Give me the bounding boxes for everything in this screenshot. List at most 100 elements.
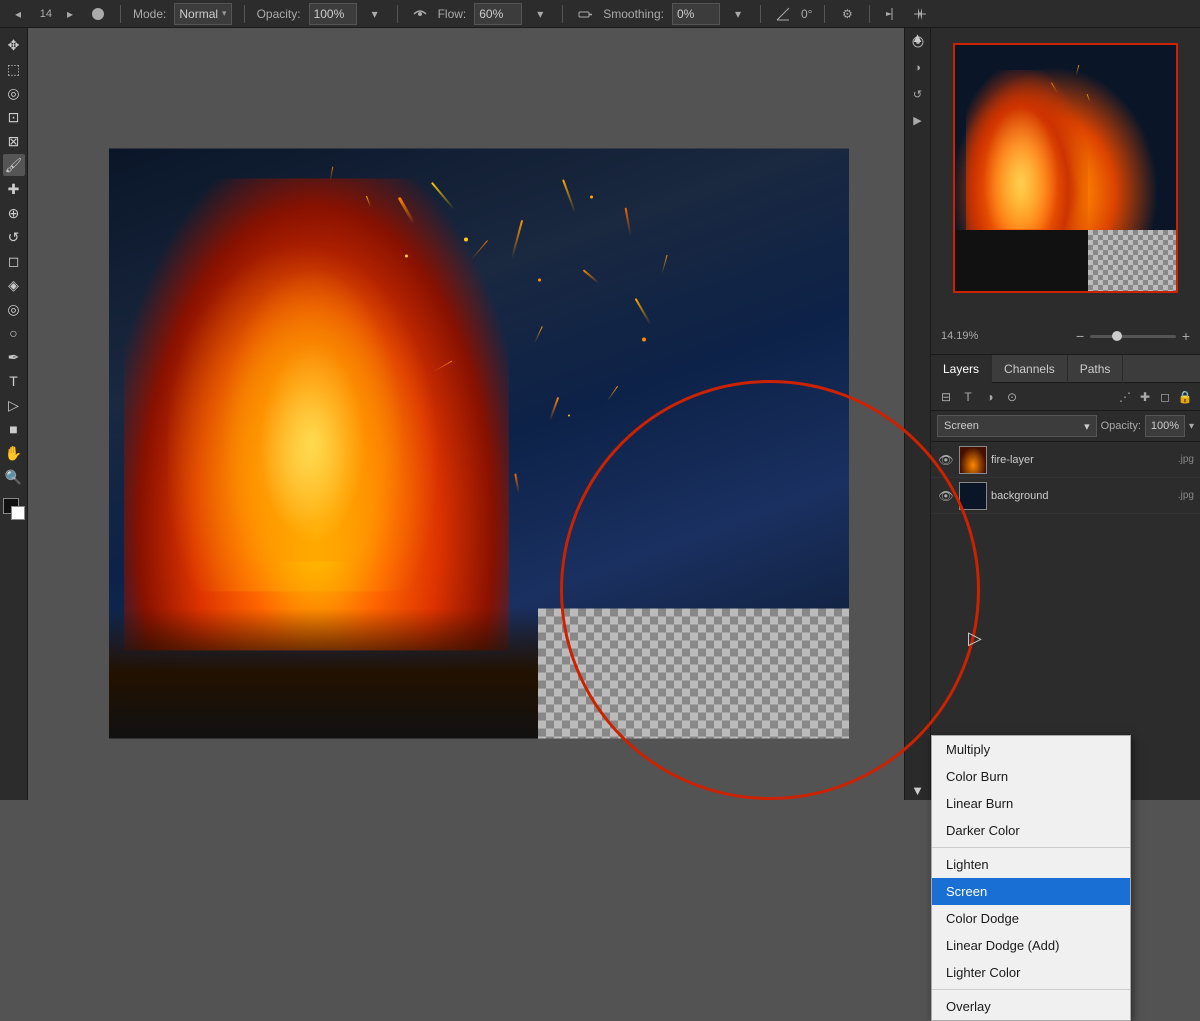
heal-tool[interactable]: ✚ (3, 178, 25, 200)
layers-panel: Layers Channels Paths ⊟ T ◑ ⊙ ⋰ ✚ ◻ 🔒 (931, 355, 1200, 514)
zoom-min-icon[interactable]: − (1076, 328, 1084, 344)
symmetry-icon[interactable] (882, 4, 902, 24)
lock-icons: ⋰ ✚ ◻ 🔒 (1116, 388, 1194, 406)
shape-tool[interactable]: ■ (3, 418, 25, 440)
lock-all-icon[interactable]: 🔒 (1176, 388, 1194, 406)
blend-option-lighter-color[interactable]: Lighter Color (932, 959, 1130, 986)
symmetry2-icon[interactable] (910, 4, 930, 24)
navigator-zoom-bar: 14.19% − + (931, 328, 1200, 344)
canvas-area[interactable] (28, 28, 930, 800)
blend-option-overlay[interactable]: Overlay (932, 993, 1130, 1020)
history-brush-tool[interactable]: ↺ (3, 226, 25, 248)
toolbar-separator-6 (824, 5, 825, 23)
opacity-value[interactable]: 100% (1145, 415, 1185, 437)
nav-checker (1088, 230, 1176, 292)
brush-size-increment[interactable]: ▸ (60, 4, 80, 24)
main-canvas[interactable] (109, 149, 849, 739)
mode-dropdown[interactable]: Normal ▾ (174, 3, 231, 25)
blend-option-screen[interactable]: Screen (932, 878, 1130, 905)
type-tool[interactable]: T (3, 370, 25, 392)
lock-artboard-icon[interactable]: ◻ (1156, 388, 1174, 406)
blend-option-linear-dodge[interactable]: Linear Dodge (Add) (932, 932, 1130, 959)
zoom-slider-thumb[interactable] (1112, 331, 1122, 341)
layers-tabs: Layers Channels Paths (931, 355, 1200, 383)
brush-settings-icon[interactable]: ⚙ (837, 4, 857, 24)
smoothing-chevron-icon[interactable]: ▾ (728, 4, 748, 24)
dodge-tool[interactable]: ○ (3, 322, 25, 344)
object-select-tool[interactable]: ⊡ (3, 106, 25, 128)
background-color[interactable] (11, 506, 25, 520)
zoom-tool[interactable]: 🔍 (3, 466, 25, 488)
brush-size-decrement[interactable]: ◂ (8, 4, 28, 24)
zoom-slider[interactable] (1090, 335, 1176, 338)
fill-tool[interactable]: ◈ (3, 274, 25, 296)
flow-value[interactable]: 60% (474, 3, 522, 25)
mask-filter-icon[interactable]: ⊙ (1003, 388, 1021, 406)
angle-icon[interactable] (773, 4, 793, 24)
lock-position-icon[interactable]: ✚ (1136, 388, 1154, 406)
menu-separator-1 (932, 847, 1130, 848)
path-select-tool[interactable]: ▷ (3, 394, 25, 416)
layer-item-bg[interactable]: 👁 background .jpg (931, 478, 1200, 514)
blend-option-lighten[interactable]: Lighten (932, 851, 1130, 878)
blur-tool[interactable]: ◎ (3, 298, 25, 320)
menu-separator-2 (932, 989, 1130, 990)
navigator-thumbnail[interactable] (953, 43, 1178, 293)
mode-chevron-icon: ▾ (222, 8, 227, 19)
hand-tool[interactable]: ✋ (3, 442, 25, 464)
blend-option-multiply[interactable]: Multiply (932, 736, 1130, 763)
mode-label: Mode: (133, 7, 166, 21)
pen-tool[interactable]: ✒ (3, 346, 25, 368)
panel-collapse-up-icon[interactable]: ▲ (911, 30, 924, 45)
top-toolbar: ◂ 14 ▸ Mode: Normal ▾ Opacity: 100% ▾ Fl… (0, 0, 1200, 28)
layers-toolbar: ⊟ T ◑ ⊙ ⋰ ✚ ◻ 🔒 (931, 383, 1200, 411)
blend-option-color-dodge[interactable]: Color Dodge (932, 905, 1130, 932)
panel-icon-actions[interactable]: ▶ (908, 110, 928, 130)
blend-dropdown-chevron: ▾ (1084, 420, 1090, 433)
tab-paths[interactable]: Paths (1068, 355, 1124, 383)
eraser-tool[interactable]: ◻ (3, 250, 25, 272)
toolbar-separator-1 (120, 5, 121, 23)
nav-dark-bottom (955, 230, 1088, 292)
selection-tool[interactable]: ⬚ (3, 58, 25, 80)
filter-layers-icon[interactable]: ⊟ (937, 388, 955, 406)
lasso-tool[interactable]: ◎ (3, 82, 25, 104)
crop-tool[interactable]: ⊠ (3, 130, 25, 152)
type-filter-icon[interactable]: T (959, 388, 977, 406)
clone-tool[interactable]: ⊕ (3, 202, 25, 224)
opacity-chevron-icon[interactable]: ▾ (1189, 421, 1194, 432)
airbrush-icon[interactable] (575, 4, 595, 24)
brush-preset-icon[interactable] (88, 4, 108, 24)
brush-tool[interactable]: 🖌 (3, 154, 25, 176)
flow-chevron-icon[interactable]: ▾ (530, 4, 550, 24)
blend-mode-dropdown[interactable]: Screen ▾ (937, 415, 1097, 437)
blend-mode-menu: Multiply Color Burn Linear Burn Darker C… (931, 735, 1131, 1021)
zoom-max-icon[interactable]: + (1182, 328, 1190, 344)
mode-value: Normal (179, 7, 218, 21)
move-tool[interactable]: ✥ (3, 34, 25, 56)
layer-item-fire[interactable]: 👁 fire-layer .jpg (931, 442, 1200, 478)
smoothing-value[interactable]: 0% (672, 3, 720, 25)
blend-option-color-burn[interactable]: Color Burn (932, 763, 1130, 790)
layer-visibility-eye-bg[interactable]: 👁 (937, 489, 955, 503)
pressure-icon[interactable] (410, 4, 430, 24)
toolbar-separator-3 (397, 5, 398, 23)
panel-icon-adjust[interactable]: ◑ (908, 58, 928, 78)
panel-collapse-down-icon[interactable]: ▼ (911, 783, 924, 798)
layer-visibility-eye[interactable]: 👁 (937, 453, 955, 467)
toolbar-separator-7 (869, 5, 870, 23)
panel-icon-history[interactable]: ↺ (908, 84, 928, 104)
blend-option-linear-burn[interactable]: Linear Burn (932, 790, 1130, 817)
opacity-chevron-icon[interactable]: ▾ (365, 4, 385, 24)
blend-option-darker-color[interactable]: Darker Color (932, 817, 1130, 844)
canvas-image (109, 149, 849, 739)
tab-channels[interactable]: Channels (992, 355, 1068, 383)
layer-name-bg: background (991, 490, 1174, 502)
opacity-label: Opacity: (257, 7, 301, 21)
opacity-row: Opacity: 100% ▾ (1101, 415, 1194, 437)
lock-pixels-icon[interactable]: ⋰ (1116, 388, 1134, 406)
opacity-value[interactable]: 100% (309, 3, 357, 25)
adjustment-filter-icon[interactable]: ◑ (981, 388, 999, 406)
blend-opacity-row: Screen ▾ Opacity: 100% ▾ (931, 411, 1200, 442)
tab-layers[interactable]: Layers (931, 355, 992, 383)
